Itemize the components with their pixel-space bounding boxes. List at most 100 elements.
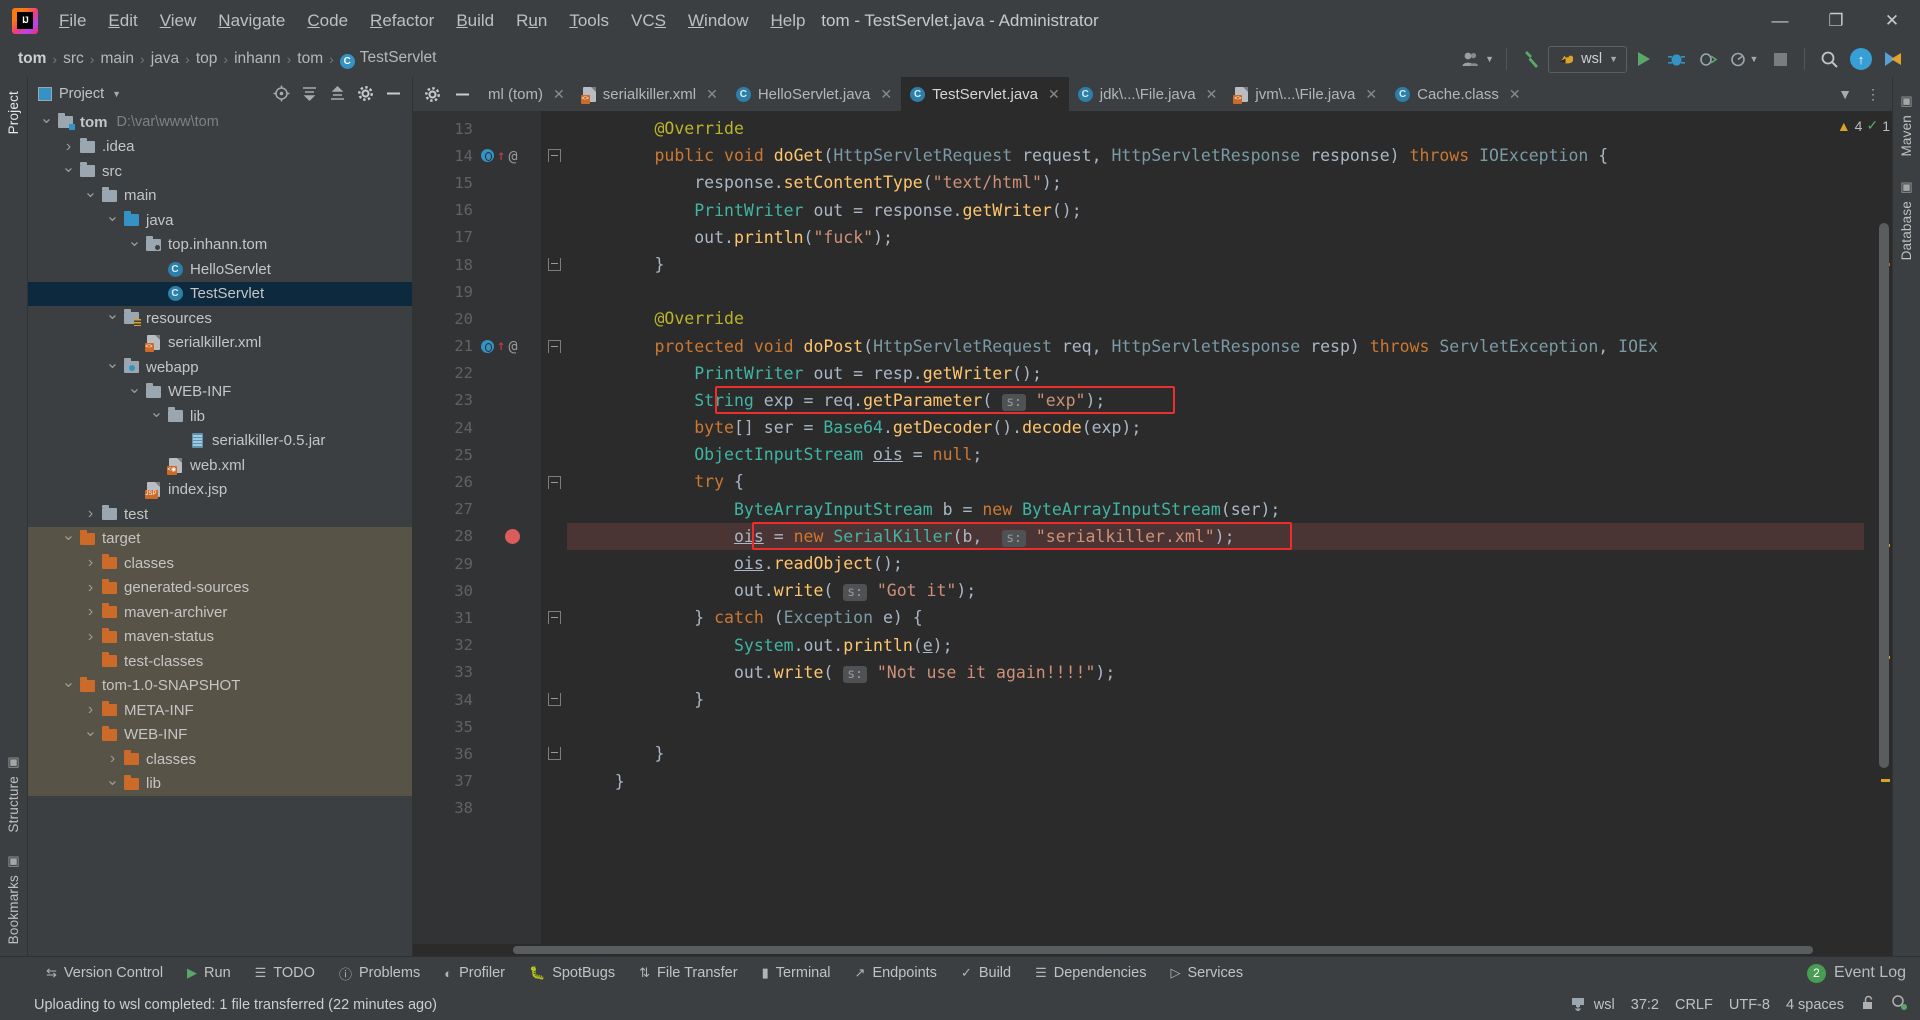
breadcrumb-item-top[interactable]: top	[192, 48, 222, 70]
code-line-36[interactable]: }	[567, 740, 1864, 767]
editor-hscroll-thumb[interactable]	[513, 946, 1813, 954]
gutter-line[interactable]: 30	[431, 577, 541, 604]
menu-item-file[interactable]: File	[48, 6, 97, 36]
gutter-line[interactable]: 14 ↑ @	[431, 142, 541, 169]
chevron-right-icon[interactable]	[82, 579, 99, 597]
menu-item-vcs[interactable]: VCS	[620, 6, 677, 36]
fold-collapse-icon[interactable]	[547, 149, 561, 163]
tree-item-top-inhann-tom[interactable]: top.inhann.tom	[28, 233, 412, 258]
code-line-29[interactable]: ois.readObject();	[567, 550, 1864, 577]
chevron-right-icon[interactable]	[60, 138, 77, 156]
tool-window-terminal[interactable]: ▮ Terminal	[750, 962, 843, 984]
code-line-24[interactable]: byte[] ser = Base64.getDecoder().decode(…	[567, 414, 1864, 441]
project-view-chevron-icon[interactable]: ▼	[112, 89, 121, 99]
close-button[interactable]: ✕	[1864, 0, 1920, 41]
tool-window-build[interactable]: ✓ Build	[949, 962, 1023, 984]
caret-position[interactable]: 37:2	[1631, 997, 1659, 1013]
tree-item-lib[interactable]: lib	[28, 771, 412, 796]
event-log-area[interactable]: 2 Event Log	[1806, 963, 1920, 983]
code-line-20[interactable]: @Override	[567, 305, 1864, 332]
tree-item-webapp[interactable]: webapp	[28, 355, 412, 380]
code-line-28[interactable]: ois = new SerialKiller(b, s: "serialkill…	[567, 522, 1864, 550]
breadcrumb-item-java[interactable]: java	[147, 48, 183, 70]
chevron-right-icon[interactable]	[82, 628, 99, 646]
code-line-26[interactable]: try {	[567, 468, 1864, 495]
tool-window-version-control[interactable]: ⇆ Version Control	[34, 962, 175, 984]
gutter-line[interactable]: 25	[431, 441, 541, 468]
tool-window-todo[interactable]: ☰ TODO	[243, 962, 327, 984]
collapse-all-icon[interactable]	[324, 82, 350, 106]
maximize-button[interactable]: ❐	[1808, 0, 1864, 41]
search-icon[interactable]	[1814, 45, 1844, 73]
gutter-line[interactable]: 19	[431, 278, 541, 305]
code-line-27[interactable]: ByteArrayInputStream b = new ByteArrayIn…	[567, 496, 1864, 523]
tree-item-java[interactable]: java	[28, 208, 412, 233]
tree-item-web-inf[interactable]: WEB-INF	[28, 380, 412, 405]
tab-options-icon[interactable]: ⋮	[1860, 82, 1886, 106]
chevron-down-icon[interactable]	[82, 186, 99, 206]
gutter-line[interactable]: 33	[431, 659, 541, 686]
expand-all-icon[interactable]	[296, 82, 322, 106]
file-encoding[interactable]: UTF-8	[1729, 997, 1770, 1013]
inspection-summary[interactable]: ▲ 4 ✓ 1	[1837, 117, 1890, 134]
gutter-line[interactable]: 26	[431, 468, 541, 495]
editor-tab-testservlet-java[interactable]: C TestServlet.java ✕	[901, 77, 1069, 111]
breadcrumb-item-tom[interactable]: tom	[14, 48, 50, 70]
menu-item-run[interactable]: Run	[505, 6, 558, 36]
tree-item-src[interactable]: src	[28, 159, 412, 184]
run-configuration-selector[interactable]: wsl ▼	[1548, 45, 1627, 73]
user-icon[interactable]: ▼	[1459, 45, 1497, 73]
tree-item-resources[interactable]: resources	[28, 306, 412, 331]
code-line-33[interactable]: out.write( s: "Not use it again!!!!");	[567, 659, 1864, 686]
run-method-icon[interactable]	[481, 339, 494, 353]
tree-item-classes[interactable]: classes	[28, 747, 412, 772]
settings-gear-icon[interactable]	[352, 82, 378, 106]
gutter-line[interactable]: 35	[431, 713, 541, 740]
tree-item-target[interactable]: target	[28, 526, 412, 551]
gutter-line[interactable]: 20	[431, 305, 541, 332]
main-menu[interactable]: File Edit View Navigate Code Refactor Build Run…	[48, 6, 816, 36]
tree-item-classes[interactable]: classes	[28, 551, 412, 576]
gutter-line[interactable]: 28	[431, 523, 541, 550]
chevron-right-icon[interactable]	[104, 750, 121, 768]
menu-item-build[interactable]: Build	[445, 6, 505, 36]
editor-tab-cache-class[interactable]: C Cache.class ✕	[1386, 77, 1529, 111]
tree-item-test-classes[interactable]: test-classes	[28, 649, 412, 674]
menu-item-code[interactable]: Code	[296, 6, 359, 36]
tree-item-lib[interactable]: lib	[28, 404, 412, 429]
gutter-line[interactable]: 27	[431, 496, 541, 523]
gutter-line[interactable]: 37	[431, 768, 541, 795]
browser-icon[interactable]	[1878, 45, 1908, 73]
gutter-line[interactable]: 21 ↑ @	[431, 333, 541, 360]
update-icon[interactable]: ↑	[1846, 45, 1876, 73]
breadcrumb-item-main[interactable]: main	[96, 48, 138, 70]
chevron-down-icon[interactable]	[60, 529, 77, 549]
close-tab-icon[interactable]: ✕	[1206, 86, 1218, 103]
chevron-right-icon[interactable]	[82, 603, 99, 621]
code-content[interactable]: @Override public void doGet(HttpServletR…	[567, 111, 1864, 944]
gutter-line[interactable]: 31	[431, 604, 541, 631]
hide-editor-icon[interactable]	[449, 82, 475, 106]
code-line-22[interactable]: PrintWriter out = resp.getWriter();	[567, 360, 1864, 387]
fold-collapse-icon[interactable]	[547, 611, 561, 625]
tree-item-index-jsp[interactable]: JSP index.jsp	[28, 478, 412, 503]
minimize-button[interactable]: —	[1752, 0, 1808, 41]
gutter-line[interactable]: 15	[431, 169, 541, 196]
hide-pane-icon[interactable]	[380, 82, 406, 106]
menu-item-tools[interactable]: Tools	[558, 6, 620, 36]
menu-item-help[interactable]: Help	[759, 6, 816, 36]
line-separator[interactable]: CRLF	[1675, 997, 1713, 1013]
editor-fold-column[interactable]	[541, 111, 567, 944]
sidebar-item-bookmarks[interactable]: Bookmarks	[6, 875, 21, 944]
code-line-38[interactable]	[567, 795, 1864, 822]
event-log-label[interactable]: Event Log	[1834, 964, 1906, 982]
sidebar-item-structure[interactable]: Structure	[6, 776, 21, 833]
editor-tabs[interactable]: ml (tom) ✕ <> serialkiller.xml ✕ C HelloServle…	[479, 77, 1530, 111]
editor-horizontal-scrollbar[interactable]	[413, 944, 1892, 956]
tree-item-helloservlet[interactable]: C HelloServlet	[28, 257, 412, 282]
editor-tab-helloservlet-java[interactable]: C HelloServlet.java ✕	[727, 77, 901, 111]
menu-item-window[interactable]: Window	[677, 6, 759, 36]
chevron-down-icon[interactable]	[104, 210, 121, 230]
gutter-line[interactable]: 24	[431, 414, 541, 441]
gutter-line[interactable]: 23	[431, 387, 541, 414]
